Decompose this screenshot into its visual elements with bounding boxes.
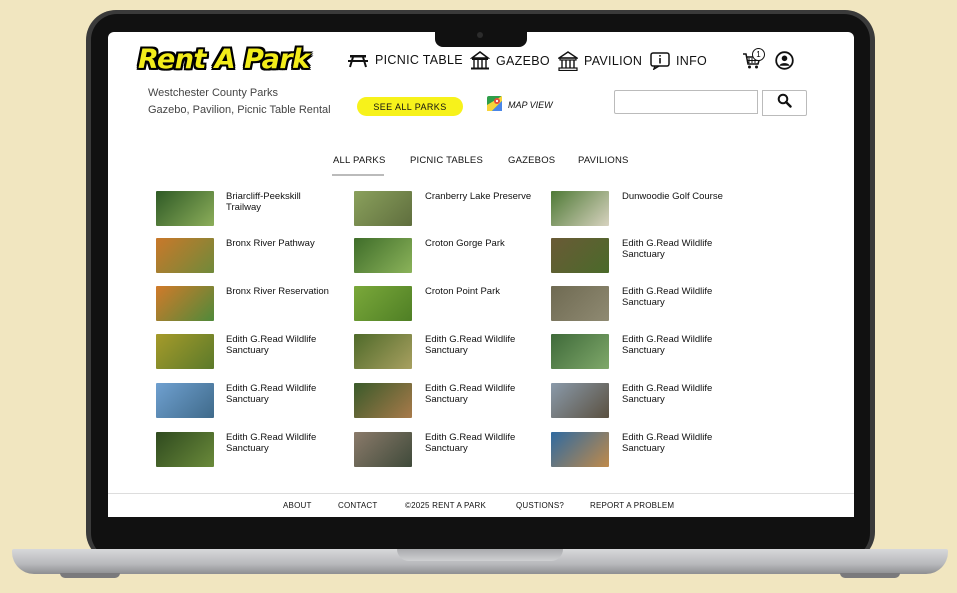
laptop-foot-left — [60, 573, 120, 578]
search-input[interactable] — [614, 90, 758, 114]
park-thumbnail[interactable] — [156, 238, 214, 273]
park-card[interactable] — [551, 383, 609, 418]
park-thumbnail[interactable] — [354, 334, 412, 369]
park-name[interactable]: Bronx River Reservation — [226, 286, 336, 297]
park-card[interactable] — [551, 238, 609, 273]
nav-gazebo[interactable]: GAZEBO — [470, 51, 550, 70]
tab-gazebos[interactable]: GAZEBOS — [508, 155, 555, 166]
park-thumbnail[interactable] — [156, 432, 214, 467]
site-logo[interactable]: Rent A Park — [138, 44, 310, 75]
park-name[interactable]: Edith G.Read Wildlife Sanctuary — [425, 334, 535, 356]
laptop-base-notch — [397, 549, 563, 561]
footer-report-problem-link[interactable]: REPORT A PROBLEM — [590, 501, 674, 510]
park-thumbnail[interactable] — [354, 238, 412, 273]
map-view-link[interactable]: MAP VIEW — [487, 96, 553, 113]
camera-icon — [477, 32, 483, 38]
tab-all-parks[interactable]: ALL PARKS — [333, 155, 386, 166]
browser-screen: Rent A Park PICNIC TABLE GAZEBO PAVILION… — [108, 32, 854, 517]
park-name[interactable]: Edith G.Read Wildlife Sanctuary — [425, 383, 535, 405]
nav-label: GAZEBO — [496, 53, 550, 68]
user-account-icon[interactable] — [775, 51, 794, 75]
park-name[interactable]: Edith G.Read Wildlife Sanctuary — [226, 432, 336, 454]
park-card[interactable] — [354, 432, 412, 467]
park-card[interactable] — [354, 334, 412, 369]
picnic-table-icon — [347, 52, 369, 68]
park-thumbnail[interactable] — [551, 286, 609, 321]
park-card[interactable] — [354, 383, 412, 418]
park-card[interactable] — [551, 286, 609, 321]
park-name[interactable]: Edith G.Read Wildlife Sanctuary — [226, 383, 336, 405]
gazebo-icon — [470, 51, 490, 70]
park-card[interactable] — [156, 191, 214, 226]
park-thumbnail[interactable] — [354, 286, 412, 321]
map-pin-icon — [487, 96, 502, 113]
search-icon — [777, 93, 792, 113]
park-thumbnail[interactable] — [156, 383, 214, 418]
footer-divider — [108, 493, 854, 494]
park-name[interactable]: Croton Point Park — [425, 286, 535, 297]
park-card[interactable] — [354, 286, 412, 321]
nav-pavilion[interactable]: PAVILION — [558, 51, 642, 71]
park-thumbnail[interactable] — [551, 383, 609, 418]
park-name[interactable]: Edith G.Read Wildlife Sanctuary — [622, 383, 732, 405]
map-view-label: MAP VIEW — [508, 99, 553, 110]
info-icon — [650, 52, 670, 70]
park-thumbnail[interactable] — [354, 383, 412, 418]
active-tab-indicator — [332, 174, 384, 176]
see-all-parks-button[interactable]: SEE ALL PARKS — [357, 97, 463, 116]
nav-label: PAVILION — [584, 54, 643, 68]
park-card[interactable] — [156, 383, 214, 418]
park-thumbnail[interactable] — [156, 286, 214, 321]
park-thumbnail[interactable] — [551, 238, 609, 273]
park-name[interactable]: Edith G.Read Wildlife Sanctuary — [622, 238, 732, 260]
park-thumbnail[interactable] — [551, 191, 609, 226]
footer-contact-link[interactable]: CONTACT — [338, 501, 377, 510]
park-name[interactable]: Briarcliff-Peekskill Trailway — [226, 191, 336, 213]
park-card[interactable] — [551, 334, 609, 369]
site-subtitle-line2: Gazebo, Pavilion, Picnic Table Rental — [148, 104, 331, 116]
footer-questions-link[interactable]: QUSTIONS? — [516, 501, 564, 510]
pavilion-icon — [558, 51, 578, 71]
park-name[interactable]: Edith G.Read Wildlife Sanctuary — [622, 432, 732, 454]
site-subtitle-line1: Westchester County Parks — [148, 87, 279, 99]
park-card[interactable] — [551, 432, 609, 467]
footer-copyright: ©2025 RENT A PARK — [405, 501, 487, 510]
cart-count-badge: 1 — [752, 48, 765, 61]
park-thumbnail[interactable] — [551, 432, 609, 467]
park-thumbnail[interactable] — [156, 334, 214, 369]
park-name[interactable]: Bronx River Pathway — [226, 238, 336, 249]
park-thumbnail[interactable] — [156, 191, 214, 226]
park-name[interactable]: Edith G.Read Wildlife Sanctuary — [425, 432, 535, 454]
park-card[interactable] — [156, 238, 214, 273]
park-name[interactable]: Cranberry Lake Preserve — [425, 191, 535, 202]
park-card[interactable] — [156, 432, 214, 467]
laptop-foot-right — [840, 573, 900, 578]
park-name[interactable]: Dunwoodie Golf Course — [622, 191, 732, 202]
park-thumbnail[interactable] — [551, 334, 609, 369]
park-thumbnail[interactable] — [354, 432, 412, 467]
park-card[interactable] — [156, 334, 214, 369]
search-button[interactable] — [762, 90, 807, 116]
park-name[interactable]: Edith G.Read Wildlife Sanctuary — [622, 334, 732, 356]
nav-label: PICNIC TABLE — [375, 53, 463, 67]
tab-pavilions[interactable]: PAVILIONS — [578, 155, 629, 166]
nav-label: INFO — [676, 54, 708, 68]
park-card[interactable] — [156, 286, 214, 321]
footer-about-link[interactable]: ABOUT — [283, 501, 312, 510]
park-name[interactable]: Croton Gorge Park — [425, 238, 535, 249]
tab-picnic-tables[interactable]: PICNIC TABLES — [410, 155, 483, 166]
park-card[interactable] — [551, 191, 609, 226]
park-thumbnail[interactable] — [354, 191, 412, 226]
nav-picnic-table[interactable]: PICNIC TABLE — [347, 52, 463, 68]
park-name[interactable]: Edith G.Read Wildlife Sanctuary — [622, 286, 732, 308]
park-name[interactable]: Edith G.Read Wildlife Sanctuary — [226, 334, 336, 356]
park-card[interactable] — [354, 238, 412, 273]
park-card[interactable] — [354, 191, 412, 226]
nav-info[interactable]: INFO — [650, 52, 707, 70]
